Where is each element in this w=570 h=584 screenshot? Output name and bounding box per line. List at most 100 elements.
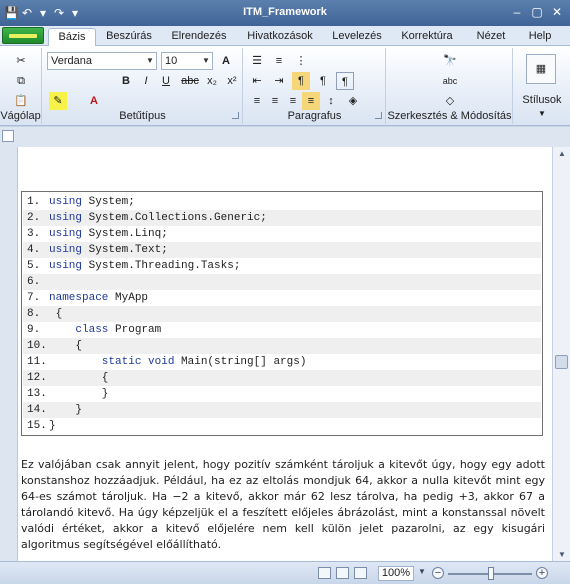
tab-view[interactable]: Nézet xyxy=(466,28,516,46)
italic-button[interactable]: I xyxy=(137,72,155,90)
tab-review[interactable]: Korrektúra xyxy=(394,28,460,46)
code-text: System.Collections.Generic; xyxy=(82,212,267,224)
font-family-select[interactable]: Verdana ▼ xyxy=(47,52,157,70)
cut-icon[interactable]: ✂ xyxy=(12,52,30,70)
bullets-icon[interactable]: ☰ xyxy=(248,52,266,70)
zoom-in-button[interactable]: + xyxy=(536,567,548,579)
tab-insert[interactable]: Beszúrás xyxy=(100,28,158,46)
scroll-down-icon[interactable]: ▼ xyxy=(556,550,568,559)
zoom-level[interactable]: 100% xyxy=(378,566,414,581)
decrease-indent-icon[interactable]: ⇤ xyxy=(248,72,266,90)
tab-layout[interactable]: Elrendezés xyxy=(164,28,234,46)
web-layout-icon[interactable] xyxy=(354,567,367,579)
shading-icon[interactable]: ◈ xyxy=(344,92,362,110)
chevron-down-icon: ▼ xyxy=(202,56,210,65)
line-number: 5. xyxy=(27,260,41,272)
font-group-label: Betűtípus xyxy=(119,110,166,122)
find-icon[interactable]: 🔭 xyxy=(441,52,459,70)
code-line: 7. namespace MyApp xyxy=(23,290,541,306)
tab-references[interactable]: Hivatkozások xyxy=(240,28,320,46)
justify-icon[interactable]: ≡ xyxy=(302,92,320,110)
underline-button[interactable]: U xyxy=(157,72,175,90)
tab-help[interactable]: Help xyxy=(520,28,560,46)
zoom-dropdown-icon[interactable]: ▼ xyxy=(418,567,426,576)
code-line: 6. xyxy=(23,274,541,290)
line-number: 2. xyxy=(27,212,41,224)
body-paragraph[interactable]: Ez valójában csak annyit jelent, hogy po… xyxy=(21,457,545,553)
tab-mailings[interactable]: Levelezés xyxy=(326,28,388,46)
font-size-select[interactable]: 10 ▼ xyxy=(161,52,213,70)
replace-icon[interactable]: abc xyxy=(441,72,459,90)
subscript-button[interactable]: x₂ xyxy=(203,72,221,90)
zoom-slider-thumb[interactable] xyxy=(488,567,494,580)
styles-gallery-icon[interactable]: ▦ xyxy=(526,54,556,84)
code-keyword: using xyxy=(49,212,83,224)
strikethrough-button[interactable]: abc xyxy=(179,72,201,90)
editing-group: 🔭 abc ◇ Szerkesztés & Módosítás xyxy=(387,48,513,124)
maximize-icon[interactable]: ▢ xyxy=(528,3,546,21)
vertical-ruler xyxy=(0,147,18,561)
code-block[interactable]: 1. using System; 2. using System.Collection… xyxy=(21,191,543,436)
code-keyword: using xyxy=(49,228,83,240)
file-menu-button[interactable] xyxy=(2,27,44,44)
numbering-icon[interactable]: ≡ xyxy=(270,52,288,70)
line-number: 6. xyxy=(27,276,41,288)
paragraph-dialog-launcher-icon[interactable] xyxy=(375,112,382,119)
line-number: 14. xyxy=(27,404,47,416)
highlight-icon[interactable]: ✎ xyxy=(49,92,67,110)
code-text: { xyxy=(49,308,63,320)
code-line: 9. class Program xyxy=(23,322,541,338)
bold-button[interactable]: B xyxy=(117,72,135,90)
document-page[interactable]: 1. using System; 2. using System.Collection… xyxy=(18,147,552,561)
styles-group-label[interactable]: Stílusok xyxy=(514,94,570,106)
align-center-icon[interactable]: ≡ xyxy=(266,92,284,110)
font-dialog-launcher-icon[interactable] xyxy=(232,112,239,119)
ltr-icon[interactable]: ¶ xyxy=(292,72,310,90)
font-color-icon[interactable]: A xyxy=(85,92,103,110)
align-right-icon[interactable]: ≡ xyxy=(284,92,302,110)
increase-indent-icon[interactable]: ⇥ xyxy=(270,72,288,90)
code-text: } xyxy=(49,404,83,416)
chevron-down-icon[interactable]: ▼ xyxy=(514,109,570,118)
multilevel-list-icon[interactable]: ⋮ xyxy=(292,52,310,70)
title-bar: 💾 ↶ ▾ ↷ ▾ ITM_Framework – ▢ ✕ xyxy=(0,0,570,26)
status-bar: 100% ▼ − + xyxy=(0,561,570,584)
line-spacing-icon[interactable]: ↕ xyxy=(322,92,340,110)
line-number: 1. xyxy=(27,196,41,208)
copy-icon[interactable]: ⧉ xyxy=(12,72,30,90)
minimize-icon[interactable]: – xyxy=(508,3,526,21)
paragraph-group: ☰ ≡ ⋮ ⇤ ⇥ ¶ ¶ ¶ ≡ ≡ ≡ ≡ ↕ ◈ Paragrafus xyxy=(244,48,386,124)
code-text: } xyxy=(49,420,56,432)
line-number: 11. xyxy=(27,356,47,368)
select-icon[interactable]: ◇ xyxy=(441,92,459,110)
clipboard-group-label: Vágólap xyxy=(0,110,41,122)
line-number: 15. xyxy=(27,420,47,432)
zoom-out-button[interactable]: − xyxy=(432,567,444,579)
align-left-icon[interactable]: ≡ xyxy=(248,92,266,110)
vertical-scrollbar[interactable]: ▲ ▼ xyxy=(552,147,570,561)
paste-icon[interactable]: 📋 xyxy=(12,92,30,110)
code-keyword: using xyxy=(49,196,83,208)
code-line: 12. { xyxy=(23,370,541,386)
rtl-icon[interactable]: ¶ xyxy=(314,72,332,90)
scroll-up-icon[interactable]: ▲ xyxy=(556,149,568,158)
ribbon: ✂ ⧉ 📋 Vágólap Verdana ▼ 10 ▼ A B I U abc… xyxy=(0,46,570,126)
tab-selector[interactable] xyxy=(2,130,14,142)
code-line: 15.} xyxy=(23,418,541,434)
close-icon[interactable]: ✕ xyxy=(548,3,566,21)
code-line: 2. using System.Collections.Generic; xyxy=(23,210,541,226)
line-number: 13. xyxy=(27,388,47,400)
full-screen-icon[interactable] xyxy=(336,567,349,579)
code-line: 11. static void Main(string[] args) xyxy=(23,354,541,370)
horizontal-ruler xyxy=(0,127,570,147)
tab-home[interactable]: Bázis xyxy=(48,28,96,46)
grow-font-icon[interactable]: A xyxy=(217,52,235,70)
superscript-button[interactable]: x² xyxy=(223,72,241,90)
show-formatting-icon[interactable]: ¶ xyxy=(336,72,354,90)
code-text: System.Threading.Tasks; xyxy=(82,260,241,272)
scroll-thumb[interactable] xyxy=(555,355,568,369)
code-text: System; xyxy=(82,196,135,208)
font-group: Verdana ▼ 10 ▼ A B I U abc x₂ x² ✎ A Bet… xyxy=(43,48,243,124)
styles-group: ▦ Stílusok ▼ xyxy=(514,48,570,124)
print-layout-icon[interactable] xyxy=(318,567,331,579)
